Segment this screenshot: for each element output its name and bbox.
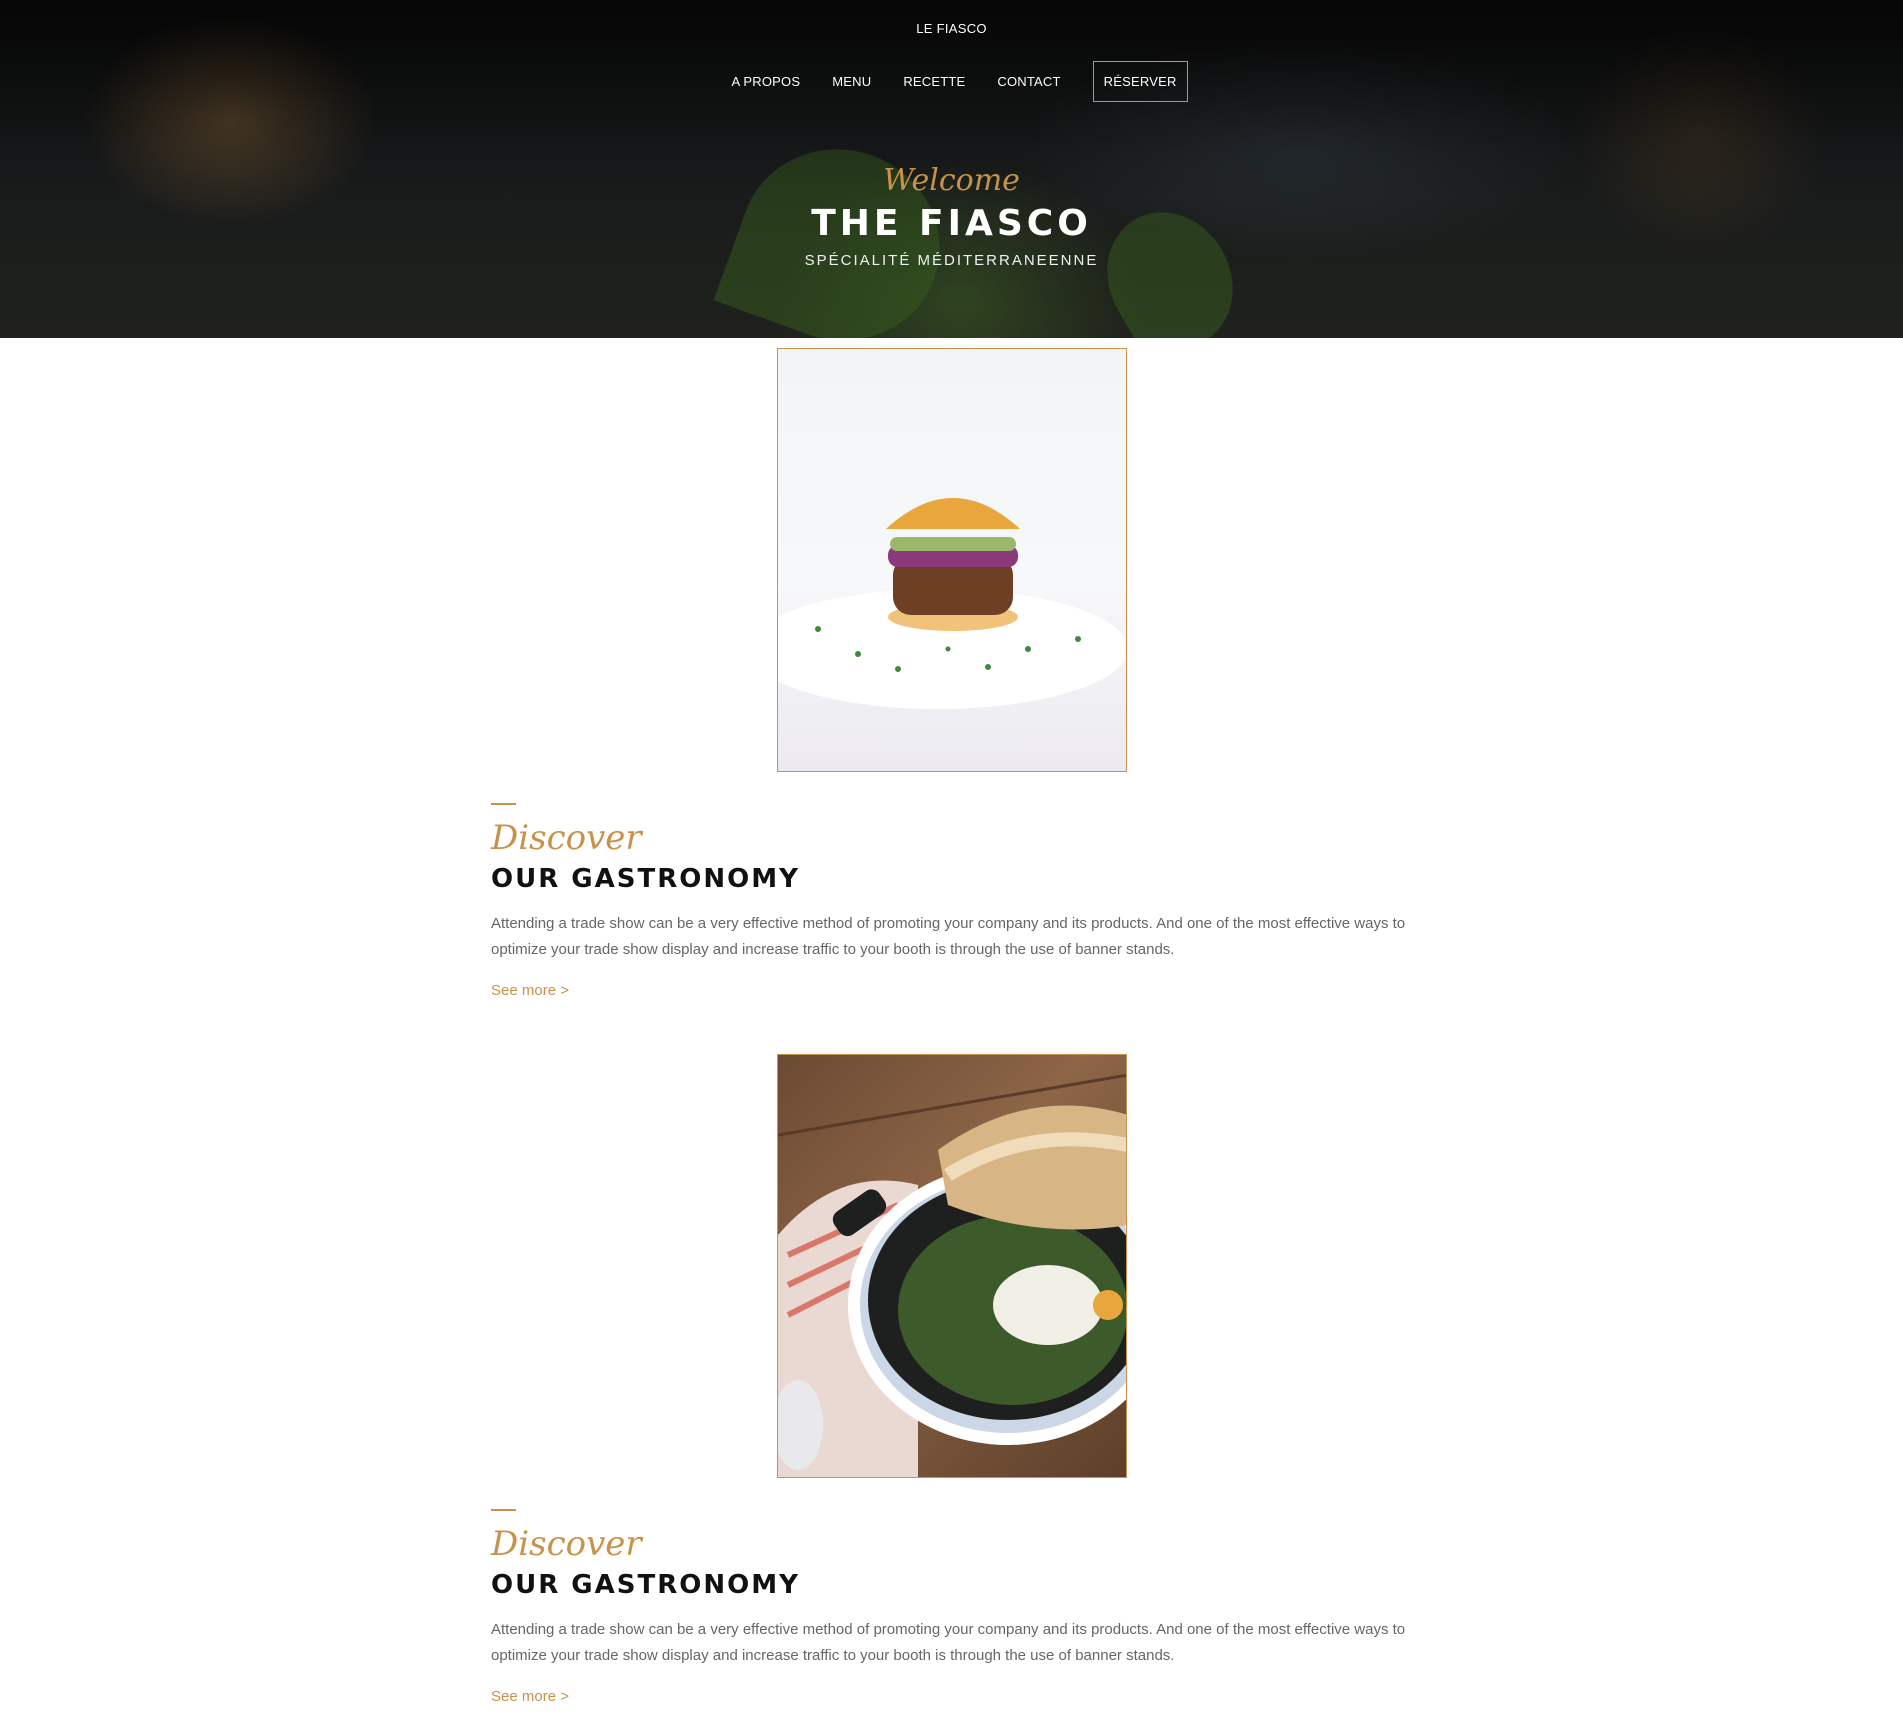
section-title: OUR GASTRONOMY [491, 864, 800, 894]
site-brand[interactable]: LE FIASCO [0, 21, 1903, 36]
section-description: Attending a trade show can be a very eff… [491, 1621, 1406, 1664]
section-kicker: Discover [491, 818, 642, 858]
hero-title: THE FIASCO [811, 203, 1092, 244]
main-nav: A PROPOS MENU RECETTE CONTACT RÉSERVER [0, 61, 1903, 102]
hero-banner: LE FIASCO A PROPOS MENU RECETTE CONTACT … [0, 0, 1903, 338]
section-kicker: Discover [491, 1524, 642, 1564]
see-more-link[interactable]: See more > [491, 1688, 569, 1705]
hero-subtitle: SPÉCIALITÉ MÉDITERRANEENNE [804, 252, 1099, 269]
burger-illustration [778, 498, 1126, 709]
nav-item-a-propos[interactable]: A PROPOS [731, 74, 800, 89]
burger-photo [777, 348, 1127, 772]
hero-welcome-script: Welcome [883, 163, 1020, 198]
see-more-link[interactable]: See more > [491, 982, 569, 999]
nav-item-recette[interactable]: RECETTE [903, 74, 965, 89]
reserve-button[interactable]: RÉSERVER [1092, 61, 1188, 102]
nav-item-menu[interactable]: MENU [832, 74, 871, 89]
accent-divider [491, 1509, 516, 1511]
skillet-illustration [778, 1073, 1126, 1477]
accent-divider [491, 803, 516, 805]
nav-item-contact[interactable]: CONTACT [997, 74, 1060, 89]
section-title: OUR GASTRONOMY [491, 1570, 800, 1600]
skillet-photo [777, 1054, 1127, 1478]
section-description: Attending a trade show can be a very eff… [491, 915, 1406, 958]
